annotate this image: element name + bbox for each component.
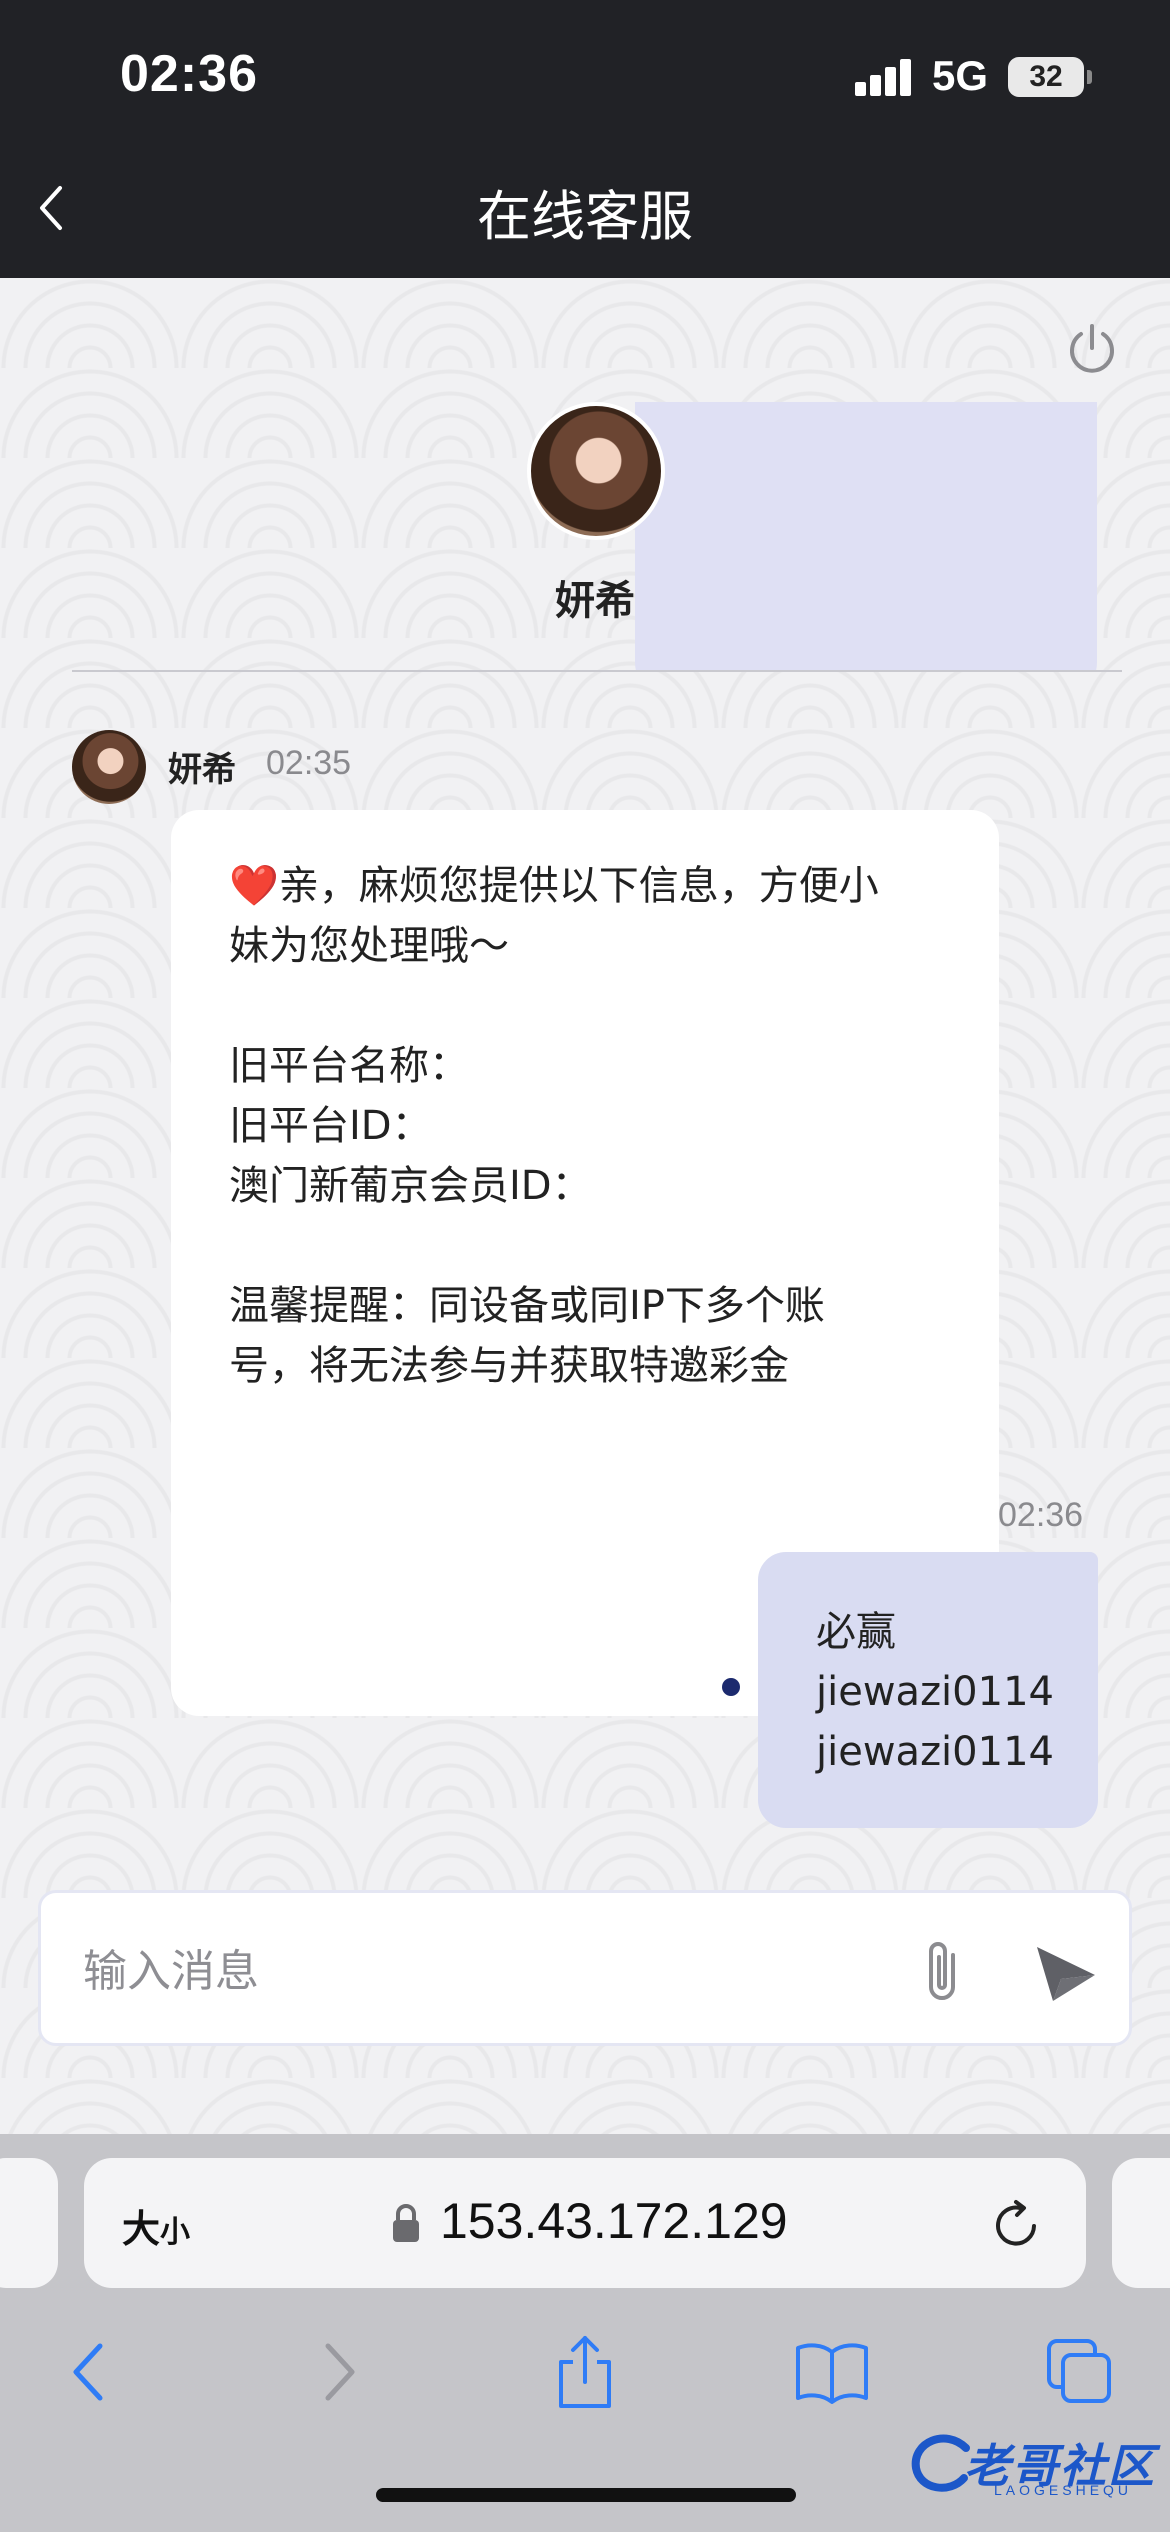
- message-line: 旧平台名称：: [229, 1043, 469, 1089]
- next-tab-preview[interactable]: [1112, 2158, 1170, 2288]
- text-size-label: 大: [122, 2207, 161, 2251]
- browser-back-button[interactable]: [48, 2332, 128, 2412]
- message-line: [229, 1216, 941, 1276]
- bookmarks-button[interactable]: [792, 2332, 872, 2412]
- app-header: 02:36 5G 32 在线客服: [0, 0, 1170, 278]
- divider: [72, 670, 1122, 672]
- tabs-button[interactable]: [1040, 2332, 1120, 2412]
- url-text[interactable]: 153.43.172.129: [440, 2192, 788, 2250]
- agent-avatar: [527, 402, 665, 540]
- tabs-icon: [1047, 2339, 1111, 2403]
- lock-icon: [393, 2204, 419, 2242]
- message-line: 旧平台ID：: [229, 1103, 432, 1149]
- message-time: 02:36: [998, 1496, 1084, 1534]
- read-status-dot: [722, 1678, 740, 1696]
- share-icon: [559, 2336, 611, 2408]
- avatar: [72, 730, 146, 804]
- reload-icon: [996, 2200, 1036, 2246]
- message-line: 温馨提醒：同设备或同IP下多个账: [229, 1283, 825, 1329]
- message-sender: 妍希: [168, 750, 236, 790]
- battery-tip: [1087, 70, 1092, 84]
- forward-icon: [325, 2343, 355, 2401]
- message-input[interactable]: [83, 1937, 883, 2005]
- message-line: ❤️亲，麻烦您提供以下信息，方便小: [229, 856, 941, 916]
- outgoing-message-bubble: 必赢 jiewazi0114 jiewazi0114: [758, 1552, 1098, 1828]
- reload-button[interactable]: [990, 2198, 1044, 2252]
- heart-icon: ❤️: [229, 863, 279, 909]
- send-button[interactable]: [1031, 1939, 1101, 2005]
- battery-icon: 32: [1008, 57, 1084, 97]
- send-icon: [1037, 1947, 1095, 2001]
- cellular-signal-icon: [855, 58, 913, 96]
- browser-nav-row: [0, 2314, 1170, 2434]
- agent-name: 妍希: [555, 578, 635, 624]
- message-composer: [38, 1890, 1132, 2046]
- address-bar[interactable]: 大小 153.43.172.129: [84, 2158, 1086, 2288]
- network-type: 5G: [932, 52, 989, 99]
- message-line: 澳门新葡京会员ID：: [229, 1163, 592, 1209]
- previous-message-bubble: [635, 402, 1097, 672]
- previous-tab-preview[interactable]: [0, 2158, 58, 2288]
- message-text: 亲，麻烦您提供以下信息，方便小: [278, 863, 879, 909]
- share-button[interactable]: [545, 2332, 625, 2412]
- message-line: jiewazi0114: [816, 1729, 1054, 1775]
- browser-forward-button[interactable]: [300, 2332, 380, 2412]
- message-line: jiewazi0114: [816, 1669, 1054, 1715]
- bookmarks-icon: [796, 2343, 868, 2404]
- text-size-label-small: 小: [160, 2215, 191, 2250]
- message-line: 必赢: [816, 1609, 896, 1655]
- back-icon: [73, 2343, 103, 2401]
- page-menu-button[interactable]: 大小: [122, 2198, 190, 2253]
- message-line: [229, 976, 941, 1036]
- watermark-logo: 老哥社区 LAOGESHEQU: [906, 2424, 1164, 2504]
- message-line: 号，将无法参与并获取特邀彩金: [229, 1343, 789, 1389]
- attach-button[interactable]: [913, 1935, 973, 2007]
- chat-area[interactable]: 妍希 妍希 02:35 ❤️亲，麻烦您提供以下信息，方便小 妹为您处理哦～ 旧平…: [0, 278, 1170, 2134]
- message-time: 02:35: [266, 744, 352, 782]
- paperclip-icon: [929, 1942, 955, 2000]
- power-icon: [1070, 324, 1114, 373]
- status-time: 02:36: [120, 45, 258, 103]
- end-chat-button[interactable]: [1062, 318, 1122, 378]
- message-line: 妹为您处理哦～: [229, 923, 509, 969]
- page-title: 在线客服: [477, 185, 693, 248]
- home-indicator[interactable]: [376, 2488, 796, 2502]
- watermark-subtext: LAOGESHEQU: [994, 2482, 1133, 2498]
